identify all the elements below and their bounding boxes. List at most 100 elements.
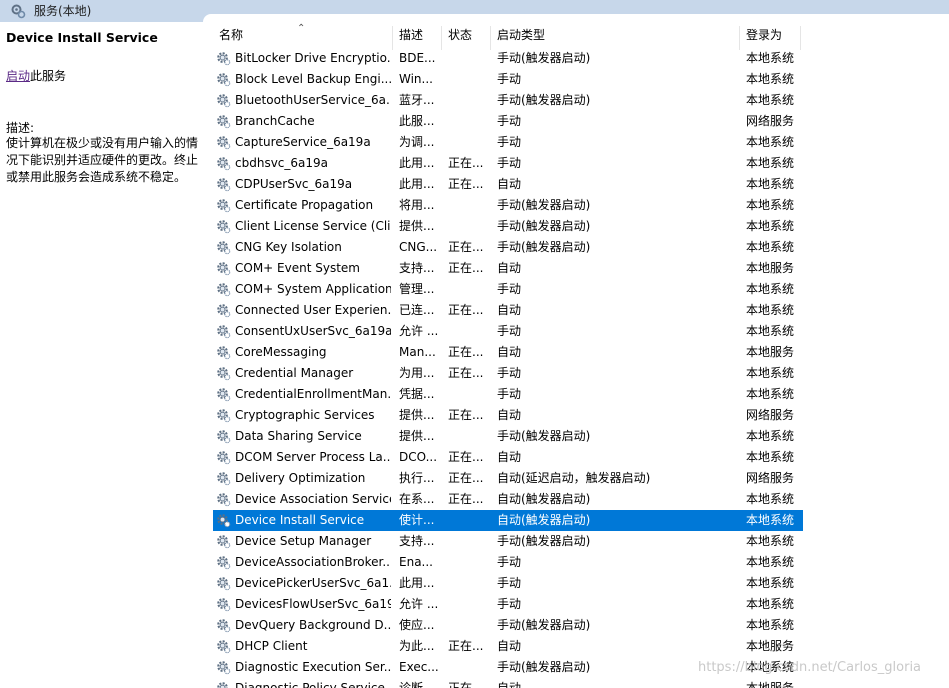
service-logon-as: 网络服务 [746,114,795,128]
service-startup-type: 自动 [497,408,522,422]
service-gear-icon [217,283,231,297]
service-startup-type: 自动(触发器启动) [497,513,591,527]
column-header-startup-type[interactable]: 启动类型 [491,26,740,50]
table-row[interactable]: Client License Service (Cli... 提供... 手动(触发… [213,216,803,237]
service-description-cell: Exec... [399,660,439,674]
service-gear-icon [217,325,231,339]
service-logon-as: 本地系统 [746,93,795,107]
service-gear-icon [217,661,231,675]
service-description-cell: 蓝牙... [399,93,435,107]
service-status [448,510,488,531]
service-startup-type: 手动 [497,387,522,401]
table-row[interactable]: CoreMessaging Man... 正在... 自动 本地服务 [213,342,803,363]
start-service-link[interactable]: 启动 [6,69,30,83]
table-row[interactable]: Diagnostic Policy Service 诊断... 正在... 自动 本地服… [213,678,803,688]
table-row[interactable]: Connected User Experien... 已连... 正在... 自动 本地… [213,300,803,321]
service-status [448,111,488,132]
table-row[interactable]: Delivery Optimization 执行... 正在... 自动(延迟启动，触… [213,468,803,489]
table-row[interactable]: Device Install Service 使计... 自动(触发器启动) 本地系统 [213,510,803,531]
service-gear-icon [217,682,228,688]
table-row[interactable]: DeviceAssociationBroker... Ena... 手动 本地系统 [213,552,803,573]
service-logon-as: 网络服务 [746,471,795,485]
service-description-cell: Man... [399,345,436,359]
table-row[interactable]: CaptureService_6a19a 为调... 手动 本地系统 [213,132,803,153]
service-name: DCOM Server Process La... [235,450,391,464]
service-logon-as: 本地系统 [746,72,795,86]
service-status [448,573,488,594]
service-description-cell: 允许 ... [399,324,439,338]
service-description-cell: 为用... [399,366,435,380]
description-label: 描述: [6,121,35,135]
column-header-name-label: 名称 [219,28,244,42]
service-name: Credential Manager [235,366,354,380]
services-icon [11,4,26,19]
table-row[interactable]: CredentialEnrollmentMan... 凭据... 手动 本地系统 [213,384,803,405]
table-row[interactable]: CDPUserSvc_6a19a 此用... 正在... 自动 本地系统 [213,174,803,195]
service-name: DHCP Client [235,639,308,653]
table-row[interactable]: ConsentUxUserSvc_6a19a 允许 ... 手动 本地系统 [213,321,803,342]
column-header-name[interactable]: 名称 ⌃ [213,23,393,50]
service-gear-icon [217,640,231,654]
table-row[interactable]: cbdhsvc_6a19a 此用... 正在... 手动 本地系统 [213,153,803,174]
service-name: Diagnostic Execution Ser... [235,660,391,674]
table-row[interactable]: DevicePickerUserSvc_6a1... 此用... 手动 本地系统 [213,573,803,594]
table-row[interactable]: DHCP Client 为此... 正在... 自动 本地服务 [213,636,803,657]
table-row[interactable]: Device Association Service 在系... 正在... 自动(触… [213,489,803,510]
service-startup-type: 自动 [497,345,522,359]
service-gear-icon [217,241,231,255]
service-status [448,216,488,237]
service-logon-as: 本地系统 [746,555,795,569]
service-status [448,195,488,216]
service-logon-as: 本地系统 [746,513,795,527]
service-name: CNG Key Isolation [235,240,342,254]
service-description-cell: 提供... [399,408,435,422]
column-header-description[interactable]: 描述 [393,26,442,50]
service-gear-icon [217,451,231,465]
table-row[interactable]: Cryptographic Services 提供... 正在... 自动 网络服务 [213,405,803,426]
service-logon-as: 本地系统 [746,429,795,443]
service-gear-icon [217,535,231,549]
table-row[interactable]: Certificate Propagation 将用... 手动(触发器启动) 本地系… [213,195,803,216]
column-header-status[interactable]: 状态 [442,26,491,50]
table-row[interactable]: DevicesFlowUserSvc_6a19a 允许 ... 手动 本地系统 [213,594,803,615]
table-row[interactable]: COM+ System Application 管理... 手动 本地系统 [213,279,803,300]
service-gear-icon [217,493,231,507]
service-status [448,657,488,678]
service-name: BitLocker Drive Encryptio... [235,51,391,65]
service-name: Device Install Service [235,513,365,527]
table-row[interactable]: DCOM Server Process La... DCO... 正在... 自动 本地… [213,447,803,468]
table-row[interactable]: BranchCache 此服... 手动 网络服务 [213,111,803,132]
service-startup-type: 自动 [497,450,522,464]
service-logon-as: 本地服务 [746,345,795,359]
service-status [448,426,488,447]
service-logon-as: 本地系统 [746,135,795,149]
service-status: 正在... [448,408,484,422]
service-startup-type: 手动 [497,135,522,149]
service-startup-type: 手动(触发器启动) [497,534,591,548]
service-status: 正在... [448,366,484,380]
service-name: BluetoothUserService_6a... [235,93,391,107]
service-logon-as: 本地系统 [746,303,795,317]
service-gear-icon [217,430,231,444]
table-row[interactable]: BitLocker Drive Encryptio... BDE... 手动(触发器… [213,48,803,69]
table-row[interactable]: BluetoothUserService_6a... 蓝牙... 手动(触发器启动)… [213,90,803,111]
service-name: Delivery Optimization [235,471,366,485]
service-gear-icon [217,598,231,612]
service-status [448,90,488,111]
service-status: 正在... [448,303,484,317]
sort-ascending-icon: ⌃ [297,23,306,34]
service-description-cell: 为调... [399,135,435,149]
table-row[interactable]: DevQuery Background D... 使应... 手动(触发器启动) 本地… [213,615,803,636]
table-row[interactable]: COM+ Event System 支持... 正在... 自动 本地服务 [213,258,803,279]
table-row[interactable]: Credential Manager 为用... 正在... 手动 本地系统 [213,363,803,384]
service-logon-as: 本地系统 [746,576,795,590]
service-status: 正在... [448,471,484,485]
selected-service-name: Device Install Service [6,30,158,45]
watermark: https://blog.csdn.net/Carlos_gloria [698,660,922,675]
table-row[interactable]: Device Setup Manager 支持... 手动(触发器启动) 本地系统 [213,531,803,552]
table-row[interactable]: CNG Key Isolation CNG... 正在... 手动(触发器启动) 本地系… [213,237,803,258]
table-row[interactable]: Data Sharing Service 提供... 手动(触发器启动) 本地系统 [213,426,803,447]
table-row[interactable]: Block Level Backup Engi... Win... 手动 本地系统 [213,69,803,90]
column-header-logon-as[interactable]: 登录为 [740,26,801,50]
service-logon-as: 本地系统 [746,177,795,191]
